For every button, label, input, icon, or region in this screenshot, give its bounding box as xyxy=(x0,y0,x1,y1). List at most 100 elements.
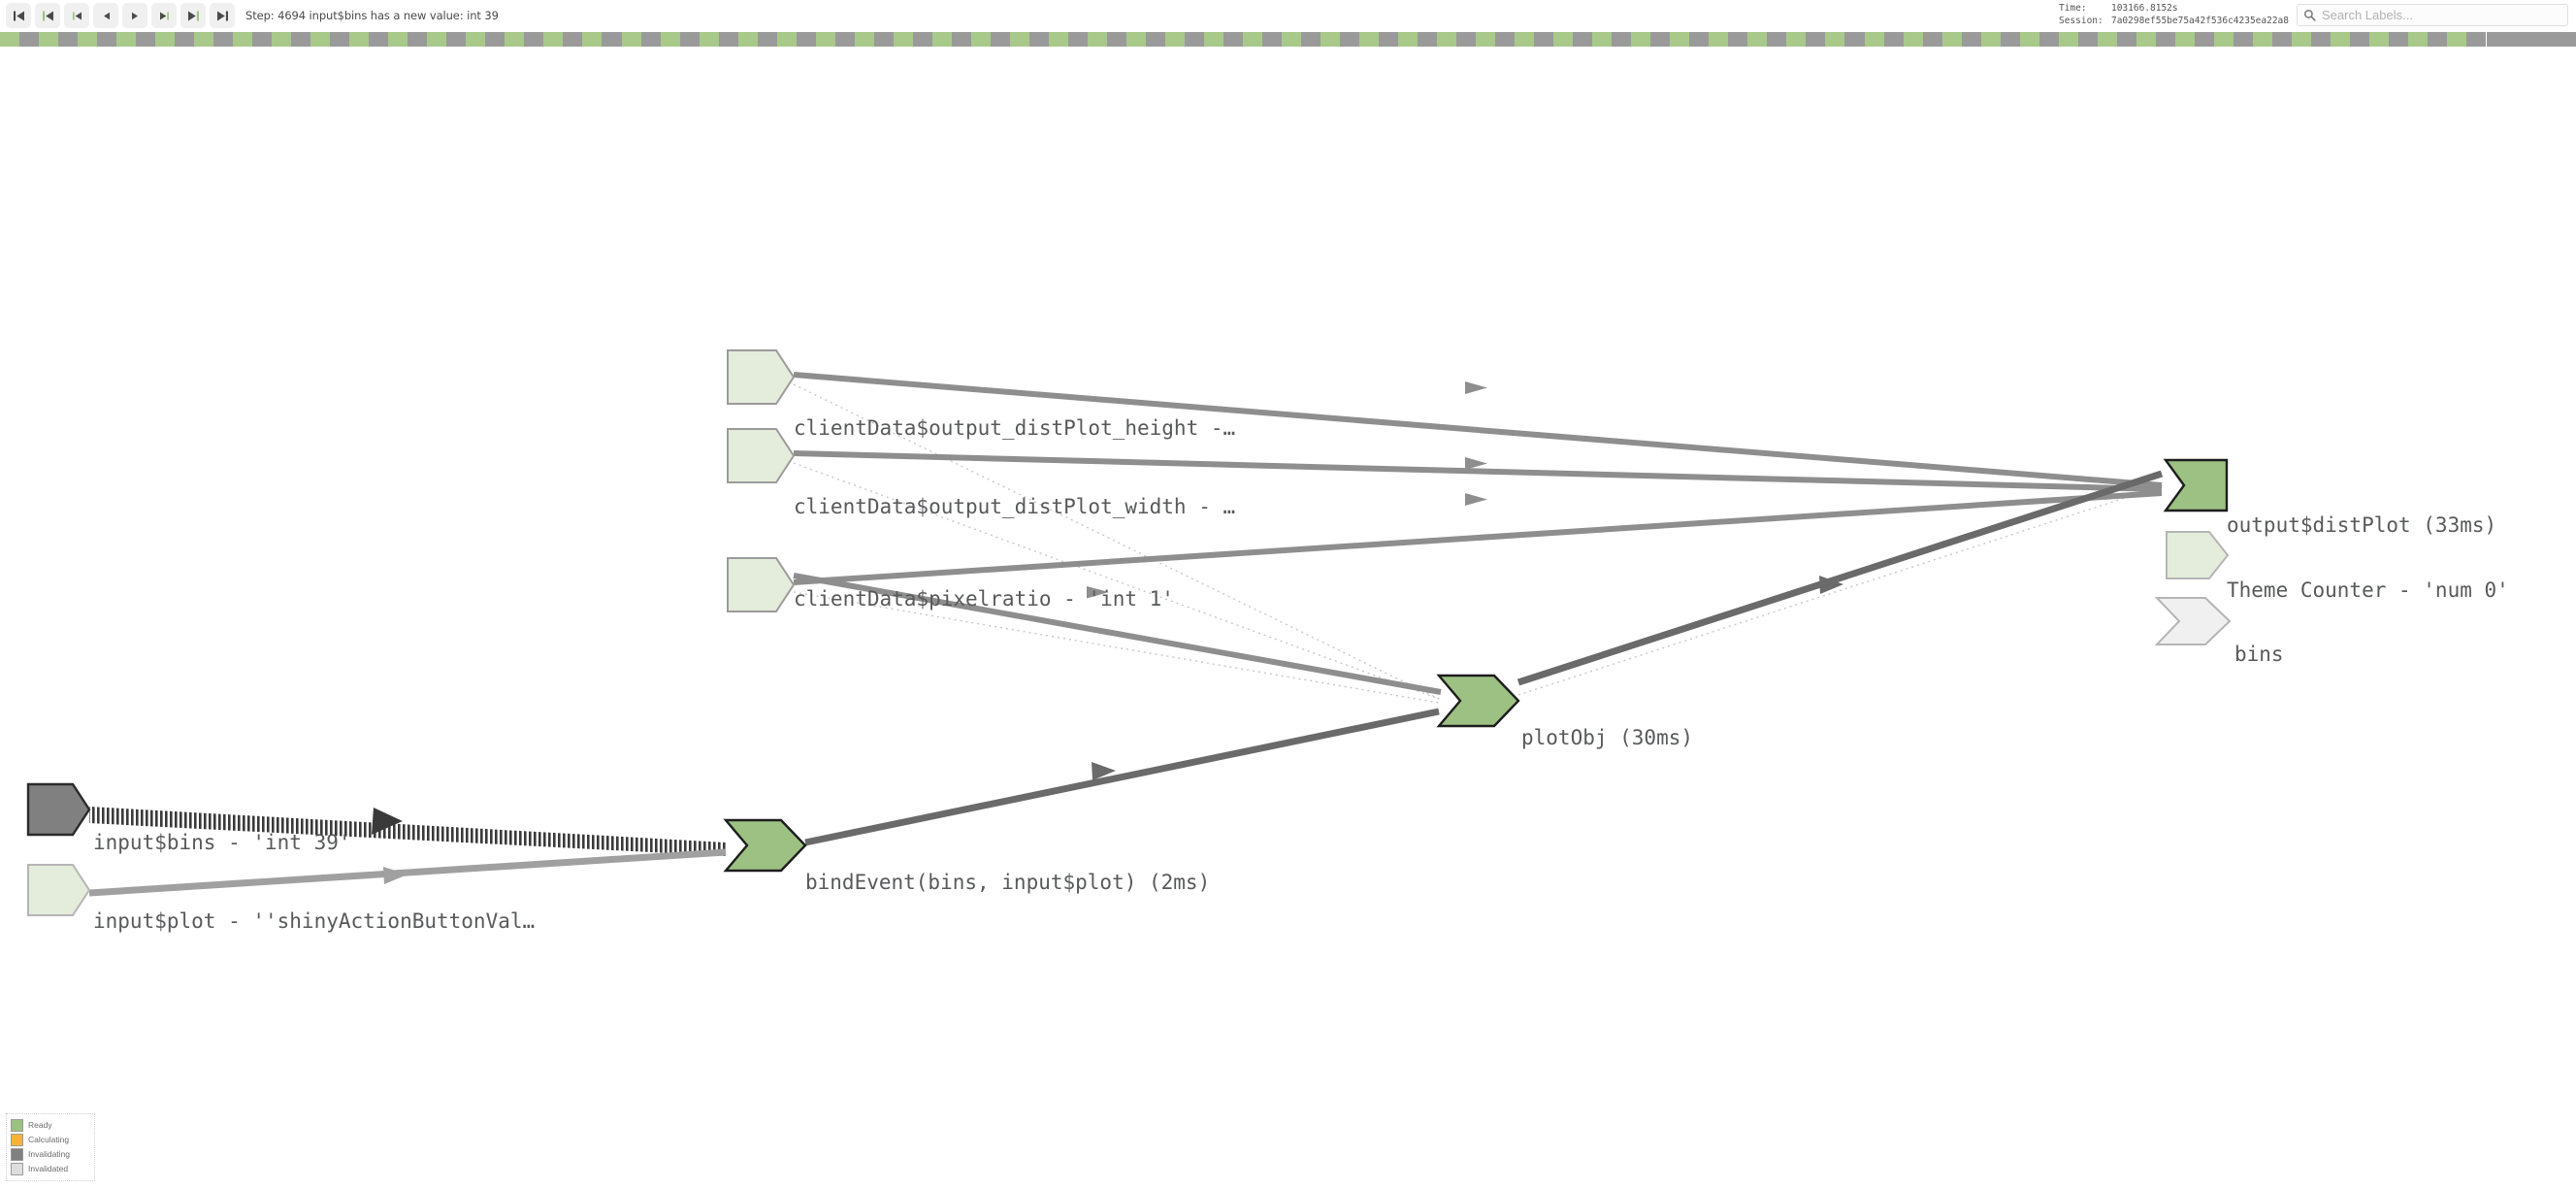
timeline-segment[interactable] xyxy=(1941,32,1962,47)
timeline-segment[interactable] xyxy=(39,32,59,47)
timeline-segment[interactable] xyxy=(2388,32,2408,47)
timeline-segment[interactable] xyxy=(388,32,408,47)
timeline-segment[interactable] xyxy=(621,32,641,47)
timeline-segment[interactable] xyxy=(699,32,719,47)
reactive-graph[interactable]: clientData$output_distPlot_height -… cli… xyxy=(0,47,2576,1189)
node-input-bins[interactable] xyxy=(26,782,91,837)
node-clientdata-height[interactable] xyxy=(727,349,796,405)
timeline-segment[interactable] xyxy=(291,32,311,47)
timeline-segment[interactable] xyxy=(2349,32,2369,47)
timeline-segment[interactable] xyxy=(1456,32,1477,47)
timeline-segment[interactable] xyxy=(1437,32,1457,47)
timeline-segment[interactable] xyxy=(155,32,176,47)
timeline-segment[interactable] xyxy=(1418,32,1438,47)
timeline-segment[interactable] xyxy=(116,32,137,47)
timeline-segment[interactable] xyxy=(970,32,991,47)
node-input-plot[interactable] xyxy=(27,864,91,916)
timeline-segment[interactable] xyxy=(1806,32,1826,47)
timeline-segment[interactable] xyxy=(2194,32,2214,47)
timeline-segment[interactable] xyxy=(1650,32,1671,47)
timeline-segment[interactable] xyxy=(1980,32,2001,47)
timeline-segment[interactable] xyxy=(1106,32,1126,47)
timeline-segment[interactable] xyxy=(1553,32,1574,47)
node-bins[interactable] xyxy=(2154,597,2232,645)
timeline-segment[interactable] xyxy=(796,32,816,47)
timeline-ticks[interactable] xyxy=(0,32,2487,47)
timeline-segment[interactable] xyxy=(990,32,1010,47)
next-reactive-step-button[interactable] xyxy=(151,3,177,28)
timeline-segment[interactable] xyxy=(2038,32,2059,47)
timeline-segment[interactable] xyxy=(2116,32,2136,47)
timeline-segment[interactable] xyxy=(1864,32,1884,47)
search-labels-box[interactable] xyxy=(2297,4,2568,26)
timeline-segment[interactable] xyxy=(1728,32,1748,47)
timeline-segment[interactable] xyxy=(2465,32,2486,47)
timeline-segment[interactable] xyxy=(369,32,389,47)
timeline-segment[interactable] xyxy=(2019,32,2039,47)
timeline-segment[interactable] xyxy=(2310,32,2331,47)
timeline-segment[interactable] xyxy=(2291,32,2311,47)
timeline-segment[interactable] xyxy=(1145,32,1165,47)
timeline-segment[interactable] xyxy=(1612,32,1632,47)
timeline-segment[interactable] xyxy=(640,32,661,47)
timeline-segment[interactable] xyxy=(1087,32,1107,47)
node-bindevent[interactable] xyxy=(723,818,807,873)
timeline-segment[interactable] xyxy=(1243,32,1263,47)
timeline-segment[interactable] xyxy=(1709,32,1729,47)
timeline-segment[interactable] xyxy=(2233,32,2253,47)
timeline-segment[interactable] xyxy=(213,32,234,47)
timeline-segment[interactable] xyxy=(2368,32,2389,47)
timeline-segment[interactable] xyxy=(582,32,603,47)
timeline-segment[interactable] xyxy=(2174,32,2195,47)
step-back-button[interactable] xyxy=(93,3,118,28)
next-session-button[interactable] xyxy=(180,3,206,28)
timeline-segment[interactable] xyxy=(1164,32,1185,47)
prev-session-button[interactable] xyxy=(35,3,60,28)
timeline-segment[interactable] xyxy=(2155,32,2175,47)
jump-to-end-button[interactable] xyxy=(210,3,235,28)
timeline-segment[interactable] xyxy=(485,32,505,47)
timeline-segment[interactable] xyxy=(408,32,428,47)
timeline-segment[interactable] xyxy=(1476,32,1496,47)
timeline-segment[interactable] xyxy=(1689,32,1710,47)
timeline-segment[interactable] xyxy=(2058,32,2078,47)
timeline-segment[interactable] xyxy=(1340,32,1360,47)
timeline-segment[interactable] xyxy=(1223,32,1243,47)
timeline-segment[interactable] xyxy=(776,32,797,47)
step-forward-button[interactable] xyxy=(122,3,147,28)
timeline-segment[interactable] xyxy=(1573,32,1593,47)
timeline-segment[interactable] xyxy=(873,32,894,47)
timeline-segment[interactable] xyxy=(0,32,20,47)
timeline-segment[interactable] xyxy=(2000,32,2020,47)
timeline-segment[interactable] xyxy=(1844,32,1865,47)
timeline-segment[interactable] xyxy=(310,32,331,47)
timeline-segment[interactable] xyxy=(97,32,117,47)
prev-reactive-step-button[interactable] xyxy=(64,3,89,28)
timeline-segment[interactable] xyxy=(1922,32,1942,47)
timeline-segment[interactable] xyxy=(718,32,738,47)
timeline-segment[interactable] xyxy=(58,32,79,47)
timeline-segment[interactable] xyxy=(2077,32,2098,47)
timeline-segment[interactable] xyxy=(78,32,98,47)
timeline-segment[interactable] xyxy=(1767,32,1787,47)
timeline-segment[interactable] xyxy=(1379,32,1399,47)
timeline-segment[interactable] xyxy=(1515,32,1535,47)
timeline-segment[interactable] xyxy=(815,32,835,47)
timeline-segment[interactable] xyxy=(1747,32,1768,47)
timeline-segment[interactable] xyxy=(2271,32,2292,47)
timeline-segment[interactable] xyxy=(1067,32,1088,47)
node-clientdata-width[interactable] xyxy=(727,428,796,483)
timeline-segment[interactable] xyxy=(2136,32,2156,47)
timeline-segment[interactable] xyxy=(2427,32,2447,47)
node-plotobj[interactable] xyxy=(1436,674,1520,728)
timeline-segment[interactable] xyxy=(1961,32,1981,47)
jump-to-start-button[interactable] xyxy=(6,3,31,28)
timeline-segment[interactable] xyxy=(1398,32,1418,47)
timeline-segment[interactable] xyxy=(602,32,622,47)
timeline-segment[interactable] xyxy=(1631,32,1651,47)
timeline-segment[interactable] xyxy=(2252,32,2272,47)
timeline-segment[interactable] xyxy=(175,32,195,47)
timeline-segment[interactable] xyxy=(660,32,680,47)
timeline-segment[interactable] xyxy=(543,32,564,47)
timeline-segment[interactable] xyxy=(893,32,913,47)
